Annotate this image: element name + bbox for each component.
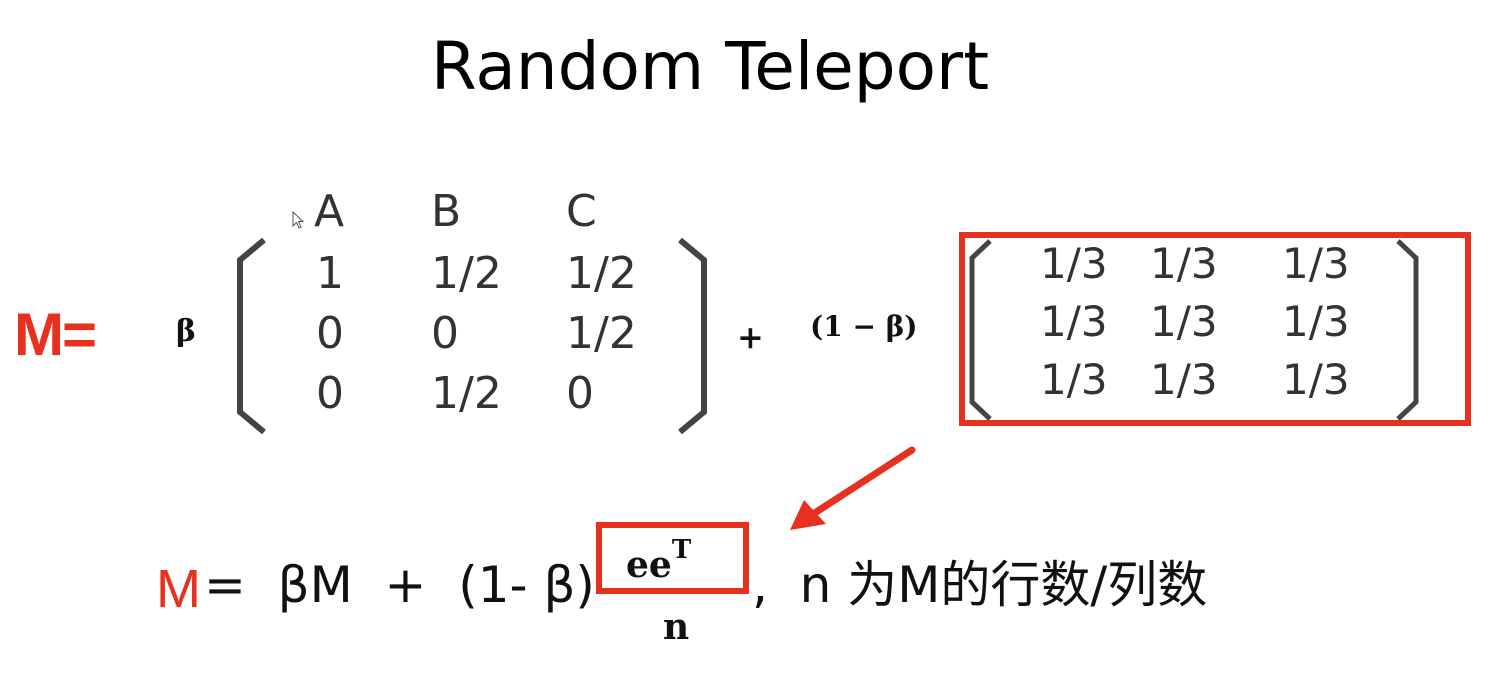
uniform-cell: 1/3: [1040, 297, 1108, 346]
matrix-cell: 1/2: [431, 248, 502, 299]
uniform-cell: 1/3: [1040, 239, 1108, 288]
numerator-ee: ee: [626, 544, 672, 586]
uniform-cell: 1/3: [1282, 297, 1350, 346]
matrix-cell: 0: [316, 308, 344, 359]
uniform-cell: 1/3: [1282, 355, 1350, 404]
uniform-cell: 1/3: [1150, 355, 1218, 404]
matrix-right-bracket: [678, 237, 707, 435]
matrix-left-bracket: [237, 237, 266, 435]
matrix-label: M=: [14, 301, 97, 368]
uniform-cell: 1/3: [1150, 297, 1218, 346]
fraction-numerator: eeT: [626, 535, 691, 586]
uniform-cell: 1/3: [1282, 239, 1350, 288]
matrix-cell: 1/2: [566, 308, 637, 359]
uniform-right-bracket: [1396, 239, 1419, 421]
formula-m: M: [156, 559, 201, 619]
uniform-cell: 1/3: [1150, 239, 1218, 288]
arrow-icon: [790, 446, 916, 530]
transpose-superscript: T: [671, 535, 692, 565]
beta-coefficient: β: [176, 314, 196, 349]
matrix-cell: 1/2: [566, 248, 637, 299]
matrix-cell: 1: [316, 248, 344, 299]
matrix-cell: 1/2: [431, 368, 502, 419]
column-header-c: C: [566, 186, 597, 237]
matrix-cell: 0: [431, 308, 459, 359]
column-header-b: B: [431, 186, 462, 237]
formula-suffix: , n 为M的行数/列数: [752, 556, 1208, 614]
fraction-denominator: n: [663, 606, 690, 648]
uniform-cell: 1/3: [1040, 355, 1108, 404]
uniform-left-bracket: [969, 239, 992, 421]
plus-sign: +: [737, 318, 764, 356]
column-header-a: A: [314, 186, 345, 237]
slide-title: Random Teleport: [430, 28, 990, 105]
matrix-cell: 0: [316, 368, 344, 419]
formula-main: = βM + (1- β): [204, 556, 595, 614]
one-minus-beta: (1 − β): [810, 310, 918, 343]
cursor-pointer-icon: [292, 211, 304, 229]
matrix-cell: 0: [566, 368, 594, 419]
